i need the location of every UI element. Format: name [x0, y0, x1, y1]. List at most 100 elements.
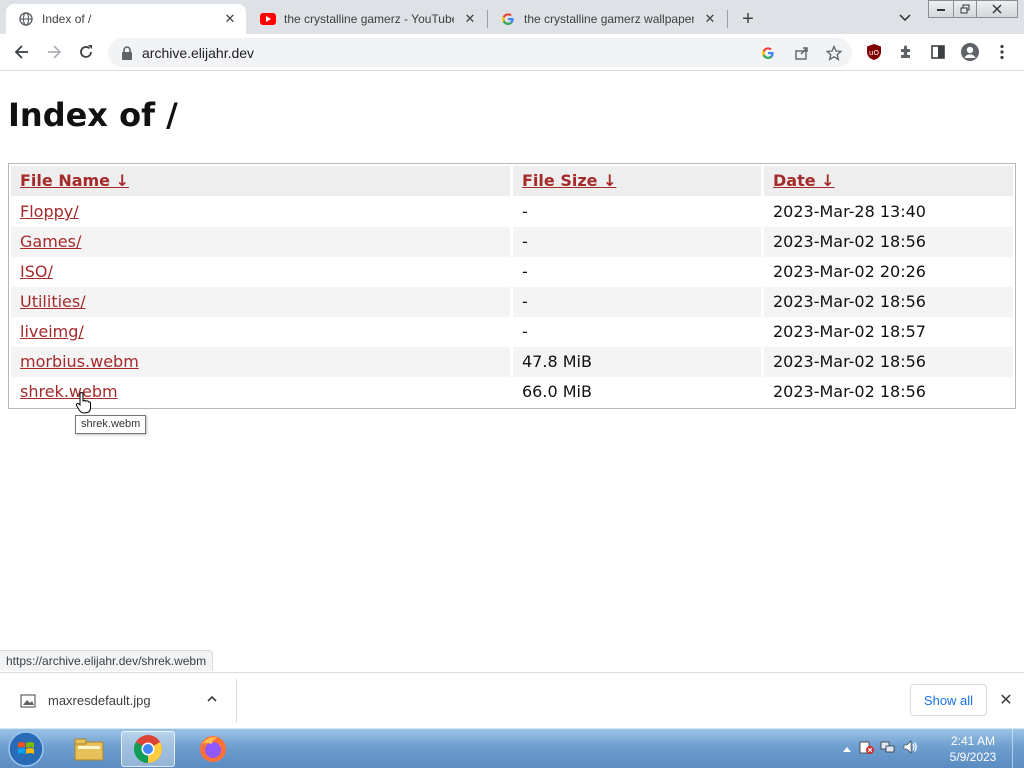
youtube-icon	[260, 11, 276, 27]
share-icon[interactable]	[792, 43, 812, 63]
file-date: 2023-Mar-28 13:40	[773, 202, 926, 221]
volume-icon[interactable]	[902, 739, 918, 760]
show-all-downloads-button[interactable]: Show all	[910, 684, 987, 716]
file-size: -	[513, 227, 761, 257]
file-size: -	[513, 287, 761, 317]
tray-expand-icon[interactable]	[842, 740, 852, 758]
file-size: -	[522, 322, 528, 341]
chrome-icon	[134, 735, 162, 763]
tab-youtube[interactable]: the crystalline gamerz - YouTube ✕	[248, 4, 486, 34]
file-size: -	[522, 202, 528, 221]
taskbar-clock[interactable]: 2:41 AM 5/9/2023	[940, 733, 1006, 765]
file-link-shrek[interactable]: shrek.webm	[20, 382, 118, 401]
google-lens-icon[interactable]	[758, 43, 778, 63]
image-file-icon	[20, 694, 36, 708]
page-content: Index of / File Name ↓ File Size ↓ Date …	[0, 72, 1024, 672]
clock-time: 2:41 AM	[950, 734, 996, 748]
forward-button[interactable]	[42, 40, 66, 64]
file-link-iso[interactable]: ISO/	[20, 262, 53, 281]
table-row: Utilities/ - 2023-Mar-02 18:56	[11, 287, 1013, 317]
table-row: morbius.webm 47.8 MiB 2023-Mar-02 18:56	[11, 347, 1013, 377]
page-title: Index of /	[8, 96, 178, 134]
browser-toolbar: archive.elijahr.dev uO	[0, 34, 1024, 71]
side-panel-icon[interactable]	[926, 40, 950, 64]
download-item[interactable]: maxresdefault.jpg	[0, 679, 237, 723]
tab-strip: Index of / ✕ the crystalline gamerz - Yo…	[0, 0, 1024, 34]
windows-taskbar: 2:41 AM 5/9/2023	[0, 728, 1024, 768]
folder-icon	[74, 738, 104, 761]
firefox-icon	[200, 736, 226, 762]
table-row: shrek.webm 66.0 MiB 2023-Mar-02 18:56	[11, 377, 1013, 407]
chevron-up-icon[interactable]	[204, 691, 220, 707]
file-date: 2023-Mar-02 18:56	[773, 382, 926, 401]
file-date: 2023-Mar-02 18:56	[764, 347, 1013, 377]
tab-separator	[727, 10, 728, 28]
hand-cursor-icon	[75, 392, 91, 414]
google-icon	[500, 11, 516, 27]
windows-logo-icon	[8, 731, 44, 767]
arrow-left-icon	[14, 45, 28, 59]
tab-title: the crystalline gamerz - YouTube	[284, 12, 454, 26]
sort-by-size-link[interactable]: File Size ↓	[522, 171, 616, 190]
taskbar-firefox[interactable]	[186, 731, 240, 767]
clock-date: 5/9/2023	[949, 750, 997, 764]
url-text[interactable]: archive.elijahr.dev	[142, 45, 254, 61]
close-tab-icon[interactable]: ✕	[702, 11, 718, 27]
close-shelf-icon[interactable]: ✕	[996, 690, 1016, 710]
taskbar-file-explorer[interactable]	[62, 731, 116, 767]
file-date: 2023-Mar-02 18:56	[764, 287, 1013, 317]
bookmark-star-icon[interactable]	[824, 43, 844, 63]
file-link-morbius[interactable]: morbius.webm	[20, 352, 139, 371]
minimize-button[interactable]	[928, 0, 954, 18]
file-link-floppy[interactable]: Floppy/	[20, 202, 79, 221]
reload-button[interactable]	[74, 40, 98, 64]
svg-text:uO: uO	[869, 49, 879, 57]
lock-icon	[122, 46, 132, 60]
extensions-puzzle-icon[interactable]	[894, 40, 918, 64]
download-filename: maxresdefault.jpg	[48, 693, 151, 708]
file-size: 66.0 MiB	[522, 382, 592, 401]
status-url-bubble: https://archive.elijahr.dev/shrek.webm	[0, 650, 214, 671]
ublock-origin-icon[interactable]: uO	[862, 40, 886, 64]
tab-index-of[interactable]: Index of / ✕	[6, 4, 246, 34]
file-date: 2023-Mar-02 18:57	[773, 322, 926, 341]
tab-search-chevron-icon[interactable]	[894, 8, 916, 28]
tab-title: Index of /	[42, 12, 92, 26]
file-size: 47.8 MiB	[513, 347, 761, 377]
show-desktop-button[interactable]	[1012, 729, 1024, 768]
restore-button[interactable]	[953, 0, 977, 18]
file-size: -	[522, 262, 528, 281]
globe-icon	[18, 11, 34, 27]
file-link-utilities[interactable]: Utilities/	[20, 292, 86, 311]
close-tab-icon[interactable]: ✕	[222, 11, 238, 27]
link-tooltip: shrek.webm	[75, 415, 147, 434]
download-shelf: maxresdefault.jpg Show all ✕	[0, 672, 1024, 728]
file-listing-table: File Name ↓ File Size ↓ Date ↓ Floppy/ -…	[8, 163, 1016, 409]
file-link-liveimg[interactable]: liveimg/	[20, 322, 84, 341]
sort-by-name-link[interactable]: File Name ↓	[20, 171, 129, 190]
file-link-games[interactable]: Games/	[20, 232, 81, 251]
arrow-right-icon	[48, 45, 62, 59]
sort-by-date-link[interactable]: Date ↓	[773, 171, 835, 190]
network-icon[interactable]	[880, 739, 896, 760]
file-date: 2023-Mar-02 18:56	[764, 227, 1013, 257]
table-row: Floppy/ - 2023-Mar-28 13:40	[11, 197, 1013, 227]
back-button[interactable]	[10, 40, 34, 64]
close-window-button[interactable]	[976, 0, 1018, 18]
table-header-row: File Name ↓ File Size ↓ Date ↓	[11, 166, 1013, 196]
taskbar-chrome[interactable]	[121, 731, 175, 767]
action-center-icon[interactable]	[858, 739, 874, 760]
table-row: Games/ - 2023-Mar-02 18:56	[11, 227, 1013, 257]
new-tab-button[interactable]: +	[736, 7, 760, 31]
profile-avatar-icon[interactable]	[958, 40, 982, 64]
tab-google-search[interactable]: the crystalline gamerz wallpaper ✕	[488, 4, 726, 34]
menu-kebab-icon[interactable]	[990, 40, 1014, 64]
reload-icon	[80, 45, 92, 58]
close-tab-icon[interactable]: ✕	[462, 11, 478, 27]
table-row: ISO/ - 2023-Mar-02 20:26	[11, 257, 1013, 287]
start-button[interactable]	[6, 730, 46, 768]
file-date: 2023-Mar-02 20:26	[773, 262, 926, 281]
address-bar[interactable]: archive.elijahr.dev	[108, 38, 852, 67]
system-tray	[842, 739, 918, 759]
table-row: liveimg/ - 2023-Mar-02 18:57	[11, 317, 1013, 347]
